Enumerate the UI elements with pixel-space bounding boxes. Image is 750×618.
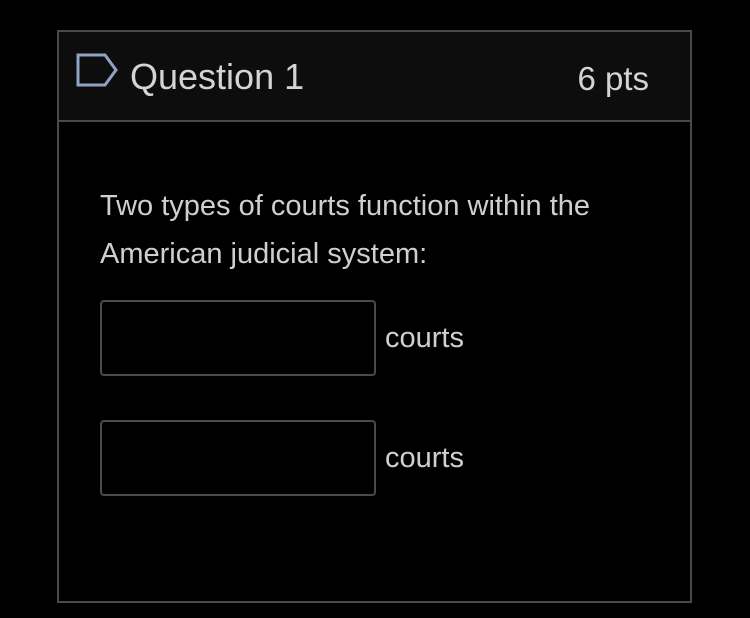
blank-row-1: courts [100, 300, 464, 376]
answer-blank-2[interactable] [100, 420, 376, 496]
question-title: Question 1 [130, 56, 305, 97]
blank-suffix-1: courts [385, 321, 464, 354]
answer-blank-1[interactable] [100, 300, 376, 376]
question-card: Question 1 6 pts Two types of courts fun… [57, 30, 692, 603]
flag-question-icon[interactable] [76, 53, 118, 87]
question-points: 6 pts [577, 60, 649, 97]
question-text: Two types of courts function within the … [100, 190, 591, 270]
question-header: Question 1 6 pts [59, 32, 690, 122]
blank-suffix-2: courts [385, 441, 464, 474]
blank-row-2: courts [100, 420, 464, 496]
